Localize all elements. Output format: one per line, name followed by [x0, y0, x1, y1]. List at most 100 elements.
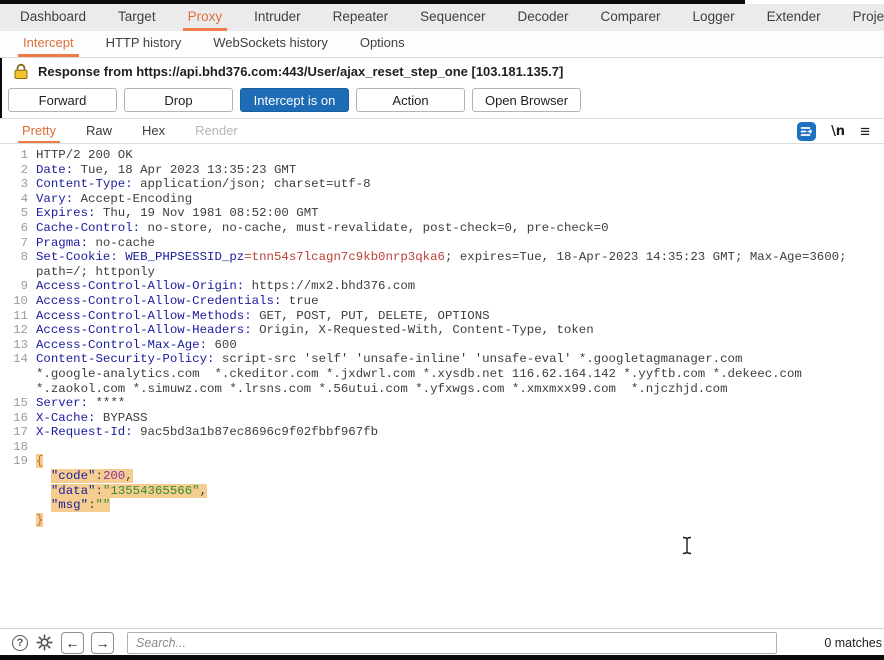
tab-extender[interactable]: Extender — [762, 4, 826, 31]
line-number — [0, 367, 28, 382]
tab-options[interactable]: Options — [355, 31, 410, 57]
editor-line: 16 X-Cache: BYPASS — [0, 411, 884, 426]
tab-logger[interactable]: Logger — [688, 4, 740, 31]
editor-line: 4 Vary: Accept-Encoding — [0, 192, 884, 207]
right-arrow-icon: → — [95, 634, 110, 651]
tab-intercept[interactable]: Intercept — [18, 31, 79, 57]
search-previous-button[interactable]: ← — [61, 631, 84, 654]
line-number — [0, 484, 28, 499]
editor-icon-group: \n ≡ — [797, 119, 884, 143]
editor-line: *.zaokol.com *.simuwz.com *.lrsns.com *.… — [0, 382, 884, 397]
editor-line: 5 Expires: Thu, 19 Nov 1981 08:52:00 GMT — [0, 206, 884, 221]
burp-proxy-intercept-window: Dashboard Target Proxy Intruder Repeater Sequ… — [0, 0, 884, 660]
editor-line: 2 Date: Tue, 18 Apr 2023 13:35:23 GMT — [0, 163, 884, 178]
editor-line: "msg":"" — [0, 498, 884, 513]
line-number: 12 — [13, 323, 28, 338]
line-number: 16 — [13, 410, 28, 425]
tab-raw[interactable]: Raw — [82, 119, 116, 143]
tab-proxy[interactable]: Proxy — [182, 4, 228, 31]
tab-target[interactable]: Target — [113, 4, 161, 31]
line-number: 3 — [20, 177, 28, 192]
tab-pretty[interactable]: Pretty — [18, 119, 60, 143]
proxy-sub-tab-bar: Intercept HTTP history WebSockets history O… — [0, 31, 884, 58]
tab-render[interactable]: Render — [191, 119, 242, 143]
line-number: 15 — [13, 396, 28, 411]
tab-dashboard[interactable]: Dashboard — [15, 4, 91, 31]
message-editor-tab-bar: Pretty Raw Hex Render \n ≡ — [0, 119, 884, 144]
editor-line: 18 — [0, 440, 884, 455]
line-number: 11 — [13, 308, 28, 323]
open-browser-button[interactable]: Open Browser — [472, 88, 581, 112]
editor-line: path=/; httponly — [0, 265, 884, 280]
search-next-button[interactable]: → — [91, 631, 114, 654]
search-input[interactable] — [127, 631, 777, 654]
line-number: 5 — [20, 206, 28, 221]
response-editor[interactable]: 1 HTTP/2 200 OK 2 Date: Tue, 18 Apr 2023 13… — [0, 145, 884, 630]
editor-line: 9 Access-Control-Allow-Origin: https://mx… — [0, 279, 884, 294]
editor-line: 8 Set-Cookie: WEB_PHPSESSID_pz=tnn54s7lca… — [0, 250, 884, 265]
line-number: 8 — [20, 250, 28, 265]
editor-line: 6 Cache-Control: no-store, no-cache, must… — [0, 221, 884, 236]
line-number: 1 — [20, 148, 28, 162]
editor-line: } — [0, 512, 884, 528]
editor-menu-icon[interactable]: ≡ — [860, 123, 870, 140]
tab-websockets-history[interactable]: WebSockets history — [208, 31, 333, 57]
editor-line: "data":"13554365566", — [0, 483, 884, 499]
line-number: 14 — [13, 352, 28, 367]
editor-line: 10 Access-Control-Allow-Credentials: true — [0, 294, 884, 309]
intercept-banner: Response from https://api.bhd376.com:443… — [0, 58, 884, 84]
show-newlines-icon[interactable]: \n — [831, 124, 845, 139]
editor-line: 15 Server: **** — [0, 396, 884, 411]
line-number: 18 — [13, 439, 28, 454]
window-bottom-edge — [0, 655, 884, 660]
line-number: 13 — [13, 337, 28, 352]
editor-line: *.google-analytics.com *.ckeditor.com *.… — [0, 367, 884, 382]
action-button[interactable]: Action — [356, 88, 465, 112]
tab-intruder[interactable]: Intruder — [249, 4, 306, 31]
left-arrow-icon: ← — [65, 634, 80, 651]
line-number: 10 — [13, 293, 28, 308]
line-number: 9 — [20, 279, 28, 294]
line-number: 17 — [13, 425, 28, 440]
match-count: 0 matches — [824, 635, 882, 650]
tab-project-options[interactable]: Project options — [848, 4, 884, 31]
drop-button[interactable]: Drop — [124, 88, 233, 112]
editor-line: 13 Access-Control-Max-Age: 600 — [0, 338, 884, 353]
editor-line: 17 X-Request-Id: 9ac5bd3a1b87ec8696c9f02f… — [0, 425, 884, 440]
tab-sequencer[interactable]: Sequencer — [415, 4, 490, 31]
line-number — [0, 513, 28, 528]
tab-comparer[interactable]: Comparer — [596, 4, 666, 31]
search-status-bar: ? ← → 0 matches — [0, 628, 884, 656]
line-number — [0, 382, 28, 397]
line-number — [0, 265, 28, 280]
editor-line: 12 Access-Control-Allow-Headers: Origin, … — [0, 323, 884, 338]
forward-button[interactable]: Forward — [8, 88, 117, 112]
pretty-print-icon[interactable] — [797, 121, 817, 141]
line-number: 6 — [20, 220, 28, 235]
editor-line: 14 Content-Security-Policy: script-src 's… — [0, 352, 884, 367]
intercept-banner-text: Response from https://api.bhd376.com:443… — [38, 63, 564, 79]
editor-line: 19{ — [0, 454, 884, 469]
tab-decoder[interactable]: Decoder — [512, 4, 573, 31]
tab-hex[interactable]: Hex — [138, 119, 169, 143]
editor-line: 11 Access-Control-Allow-Methods: GET, POS… — [0, 309, 884, 324]
line-number: 7 — [20, 235, 28, 250]
search-settings-gear-icon[interactable] — [35, 633, 54, 652]
text-cursor-pointer — [681, 536, 693, 560]
editor-line: 3 Content-Type: application/json; charset… — [0, 177, 884, 192]
line-number: 4 — [20, 191, 28, 206]
tab-http-history[interactable]: HTTP history — [101, 31, 187, 57]
tls-lock-icon — [13, 63, 29, 80]
help-icon[interactable]: ? — [12, 634, 28, 651]
intercept-toolbar: Forward Drop Intercept is on Action Open… — [8, 88, 581, 112]
editor-line: 7 Pragma: no-cache — [0, 236, 884, 251]
intercept-toggle-button[interactable]: Intercept is on — [240, 88, 349, 112]
line-number: 2 — [20, 162, 28, 177]
line-number — [0, 498, 28, 513]
editor-line: 1 HTTP/2 200 OK — [0, 148, 884, 163]
line-number — [0, 469, 28, 484]
editor-line: "code":200, — [0, 469, 884, 484]
main-tab-bar: Dashboard Target Proxy Intruder Repeater Sequ… — [0, 4, 884, 31]
line-number: 19 — [13, 454, 28, 469]
tab-repeater[interactable]: Repeater — [328, 4, 394, 31]
